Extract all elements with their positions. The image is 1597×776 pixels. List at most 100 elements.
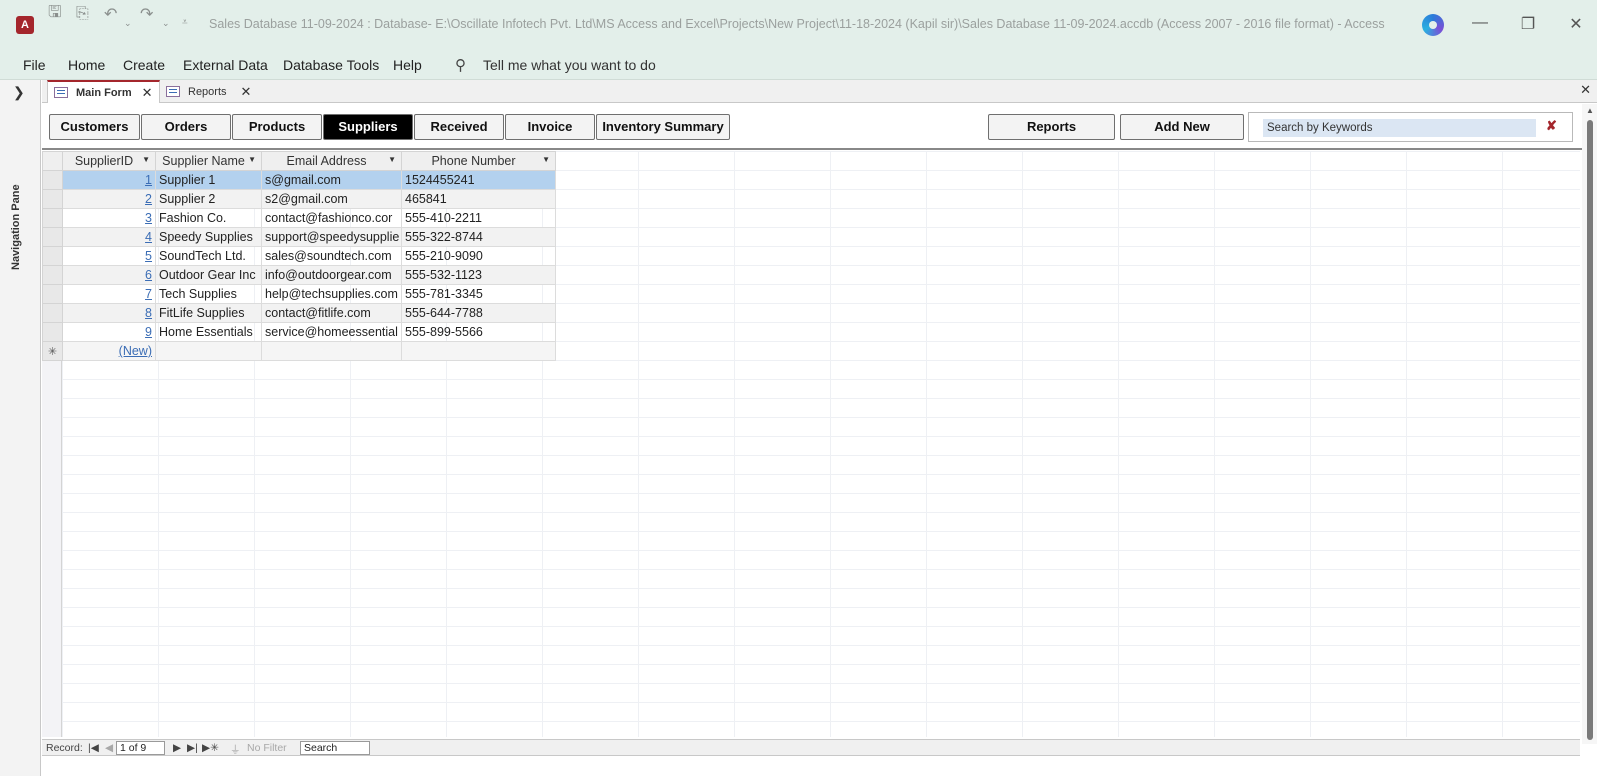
supplier-id-link[interactable]: 2 — [145, 192, 152, 206]
phone-cell[interactable]: 555-210-9090 — [401, 246, 556, 266]
supplier-name-cell[interactable] — [155, 341, 262, 361]
supplier-id-cell[interactable]: 9 — [62, 322, 156, 342]
record-selector[interactable] — [42, 170, 63, 190]
menu-external-data[interactable]: External Data — [183, 57, 268, 73]
email-cell[interactable]: help@techsupplies.com — [261, 284, 402, 304]
table-row[interactable]: 5 SoundTech Ltd. sales@soundtech.com 555… — [42, 246, 556, 266]
table-row[interactable]: 4 Speedy Supplies support@speedysupplie … — [42, 227, 556, 247]
tab-reports[interactable]: Reports ✕ — [160, 80, 257, 103]
minimize-icon[interactable]: — — [1470, 14, 1490, 32]
undo-dropdown-icon[interactable]: ⌄ — [124, 18, 132, 29]
supplier-id-cell[interactable]: 1 — [62, 170, 156, 190]
table-row[interactable]: 8 FitLife Supplies contact@fitlife.com 5… — [42, 303, 556, 323]
supplier-id-cell[interactable]: 4 — [62, 227, 156, 247]
received-button[interactable]: Received — [414, 114, 504, 140]
tell-me-input[interactable]: Tell me what you want to do — [483, 57, 656, 73]
vertical-scrollbar[interactable]: ▲ — [1582, 104, 1597, 744]
supplier-name-cell[interactable]: SoundTech Ltd. — [155, 246, 262, 266]
new-record-row[interactable]: ✳ (New) — [42, 341, 556, 361]
supplier-name-cell[interactable]: Outdoor Gear Inc — [155, 265, 262, 285]
email-cell[interactable] — [261, 341, 402, 361]
table-row[interactable]: 1 Supplier 1 s@gmail.com 1524455241 — [42, 170, 556, 190]
form-view-icon[interactable]: ⎘ — [76, 5, 89, 23]
supplier-id-link[interactable]: 9 — [145, 325, 152, 339]
table-row[interactable]: 3 Fashion Co. contact@fashionco.cor 555-… — [42, 208, 556, 228]
customize-toolbar-icon[interactable]: ⩡ — [182, 17, 188, 28]
email-cell[interactable]: s@gmail.com — [261, 170, 402, 190]
phone-cell[interactable]: 465841 — [401, 189, 556, 209]
undo-icon[interactable]: ↶ — [104, 4, 117, 24]
supplier-name-cell[interactable]: FitLife Supplies — [155, 303, 262, 323]
expand-nav-icon[interactable]: ❯ — [13, 84, 25, 101]
email-cell[interactable]: s2@gmail.com — [261, 189, 402, 209]
clear-filter-icon[interactable]: ✘ — [1546, 118, 1557, 134]
supplier-id-link[interactable]: 1 — [145, 173, 152, 187]
supplier-id-link[interactable]: 6 — [145, 268, 152, 282]
sort-dropdown-icon[interactable]: ▼ — [142, 155, 150, 164]
first-record-icon[interactable]: |◀ — [88, 742, 99, 754]
products-button[interactable]: Products — [232, 114, 322, 140]
record-selector[interactable] — [42, 189, 63, 209]
record-search-input[interactable]: Search — [300, 741, 370, 755]
close-tab-icon[interactable]: ✕ — [241, 84, 252, 100]
close-tab-icon[interactable]: ✕ — [142, 85, 153, 101]
customers-button[interactable]: Customers — [49, 114, 140, 140]
phone-cell[interactable]: 555-899-5566 — [401, 322, 556, 342]
email-cell[interactable]: support@speedysupplie — [261, 227, 402, 247]
sort-dropdown-icon[interactable]: ▼ — [542, 155, 550, 164]
suppliers-button[interactable]: Suppliers — [323, 114, 413, 140]
filter-status[interactable]: No Filter — [247, 742, 287, 754]
next-record-icon[interactable]: ▶ — [173, 742, 181, 754]
new-record-link[interactable]: (New) — [119, 344, 152, 358]
supplier-name-cell[interactable]: Home Essentials — [155, 322, 262, 342]
sort-dropdown-icon[interactable]: ▼ — [248, 155, 256, 164]
keyword-search-input[interactable]: Search by Keywords — [1263, 119, 1536, 137]
supplier-id-cell[interactable]: 8 — [62, 303, 156, 323]
menu-file[interactable]: File — [23, 57, 46, 73]
menu-database-tools[interactable]: Database Tools — [283, 57, 379, 73]
copilot-icon[interactable] — [1422, 14, 1444, 36]
menu-help[interactable]: Help — [393, 57, 422, 73]
save-icon[interactable]: 🖫 — [48, 1, 62, 28]
supplier-name-cell[interactable]: Fashion Co. — [155, 208, 262, 228]
menu-home[interactable]: Home — [68, 57, 105, 73]
phone-cell[interactable] — [401, 341, 556, 361]
previous-record-icon[interactable]: ◀ — [105, 742, 113, 754]
email-cell[interactable]: info@outdoorgear.com — [261, 265, 402, 285]
scrollbar-thumb[interactable] — [1587, 120, 1593, 740]
supplier-id-link[interactable]: 4 — [145, 230, 152, 244]
table-row[interactable]: 6 Outdoor Gear Inc info@outdoorgear.com … — [42, 265, 556, 285]
supplier-id-link[interactable]: 5 — [145, 249, 152, 263]
phone-cell[interactable]: 555-532-1123 — [401, 265, 556, 285]
table-row[interactable]: 7 Tech Supplies help@techsupplies.com 55… — [42, 284, 556, 304]
phone-cell[interactable]: 555-322-8744 — [401, 227, 556, 247]
current-record-field[interactable]: 1 of 9 — [116, 741, 165, 755]
last-record-icon[interactable]: ▶| — [187, 742, 198, 754]
invoice-button[interactable]: Invoice — [505, 114, 595, 140]
close-document-icon[interactable]: ✕ — [1580, 82, 1591, 98]
menu-create[interactable]: Create — [123, 57, 165, 73]
supplier-id-cell[interactable]: 5 — [62, 246, 156, 266]
redo-dropdown-icon[interactable]: ⌄ — [162, 18, 170, 29]
supplier-name-cell[interactable]: Speedy Supplies — [155, 227, 262, 247]
record-selector[interactable] — [42, 265, 63, 285]
phone-cell[interactable]: 555-781-3345 — [401, 284, 556, 304]
scroll-up-icon[interactable]: ▲ — [1586, 106, 1594, 115]
column-header-email-address[interactable]: Email Address ▼ — [261, 151, 402, 171]
phone-cell[interactable]: 555-410-2211 — [401, 208, 556, 228]
phone-cell[interactable]: 555-644-7788 — [401, 303, 556, 323]
restore-icon[interactable]: ❐ — [1518, 14, 1538, 34]
reports-button[interactable]: Reports — [988, 114, 1115, 140]
supplier-name-cell[interactable]: Supplier 1 — [155, 170, 262, 190]
supplier-id-cell[interactable]: 6 — [62, 265, 156, 285]
supplier-id-cell[interactable]: 3 — [62, 208, 156, 228]
column-header-supplier-name[interactable]: Supplier Name ▼ — [155, 151, 262, 171]
redo-icon[interactable]: ↷ — [140, 4, 153, 24]
email-cell[interactable]: sales@soundtech.com — [261, 246, 402, 266]
search-icon[interactable]: ⚲ — [455, 56, 466, 74]
record-selector[interactable] — [42, 284, 63, 304]
supplier-id-cell[interactable]: 7 — [62, 284, 156, 304]
supplier-id-cell[interactable]: 2 — [62, 189, 156, 209]
supplier-id-link[interactable]: 7 — [145, 287, 152, 301]
table-row[interactable]: 9 Home Essentials service@homeessential … — [42, 322, 556, 342]
